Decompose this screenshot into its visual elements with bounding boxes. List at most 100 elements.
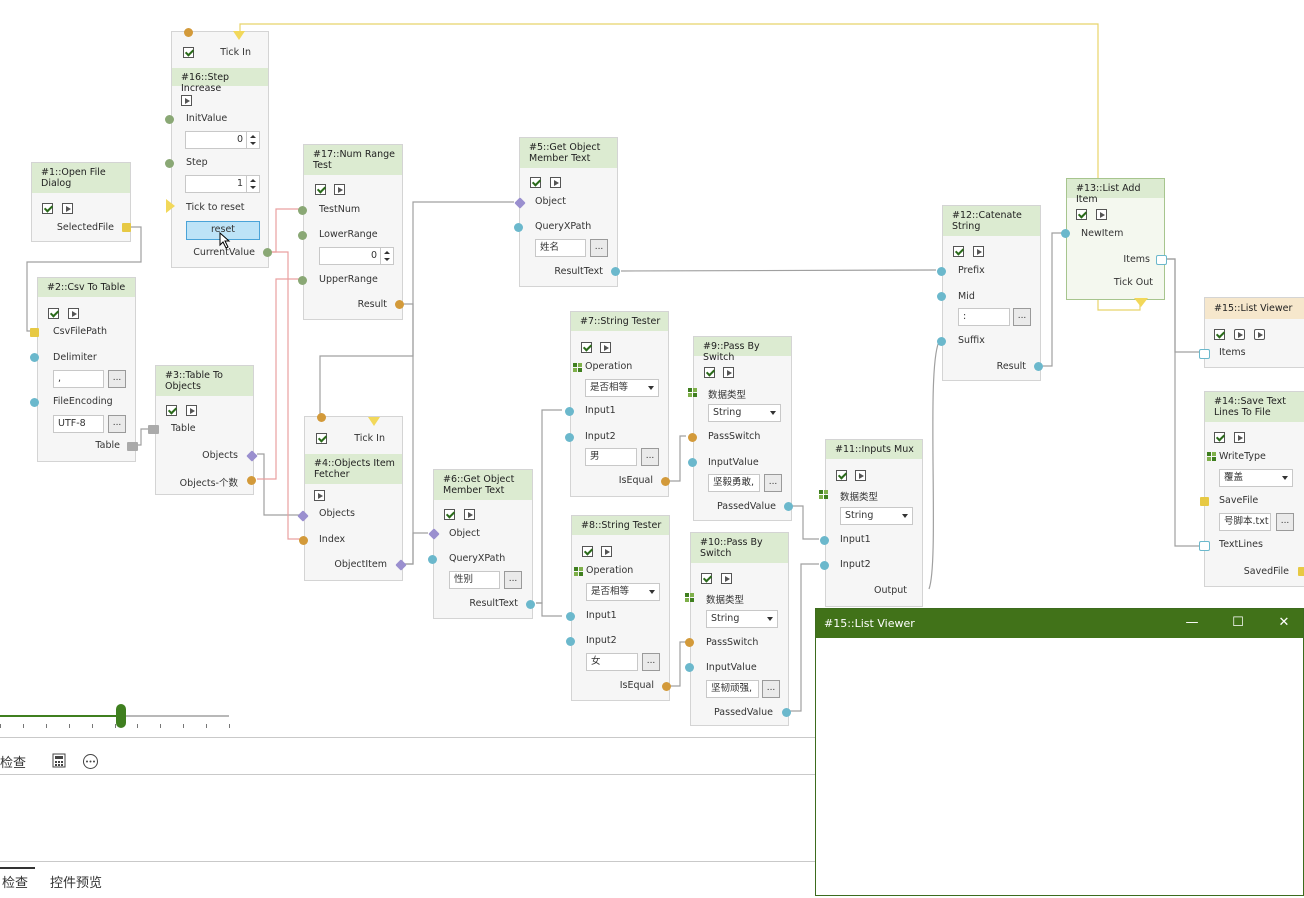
enable-checkbox[interactable] [166, 405, 177, 416]
node-list-add-item[interactable]: #13::List Add Item NewItem Items Tick Ou… [1061, 178, 1167, 307]
mid-input[interactable]: : [958, 308, 1010, 326]
browse-button[interactable]: ... [590, 239, 608, 257]
run-button[interactable] [600, 342, 611, 353]
run-button[interactable] [186, 405, 197, 416]
output-port[interactable] [1034, 362, 1043, 371]
input2-field[interactable]: 男 [585, 448, 637, 466]
input-port[interactable] [30, 353, 39, 362]
input-port[interactable] [1200, 497, 1209, 506]
browse-button[interactable]: ... [764, 474, 782, 492]
output-port[interactable] [395, 300, 404, 309]
xpath-input[interactable]: 性别 [449, 571, 500, 589]
enable-checkbox[interactable] [1214, 432, 1225, 443]
input-port[interactable] [937, 267, 946, 276]
input-port[interactable] [298, 276, 307, 285]
lower-range-stepper[interactable]: 0 [319, 247, 394, 265]
output-port[interactable] [661, 477, 670, 486]
input-port[interactable] [685, 638, 694, 647]
input-port[interactable] [688, 458, 697, 467]
operation-select[interactable]: 是否相等 [585, 379, 659, 397]
node-inputs-mux[interactable]: #11::Inputs Mux 数据类型 String Input1 Input… [819, 439, 923, 607]
input-port[interactable] [566, 637, 575, 646]
run-button[interactable] [464, 509, 475, 520]
spinner-icon[interactable] [246, 176, 259, 192]
tab-inspect[interactable]: 检查 [2, 872, 28, 891]
node-string-tester-7[interactable]: #7::String Tester Operation 是否相等 Input1 … [565, 311, 670, 497]
list-viewer-window[interactable]: #15::List Viewer — ☐ ✕ [815, 608, 1304, 896]
window-titlebar[interactable]: #15::List Viewer — ☐ ✕ [816, 609, 1303, 638]
run-button[interactable] [1096, 209, 1107, 220]
browse-button[interactable]: ... [108, 415, 126, 433]
browse-button[interactable]: ... [642, 653, 660, 671]
output-port[interactable] [662, 682, 671, 691]
output-port[interactable] [122, 223, 131, 232]
enable-checkbox[interactable] [48, 308, 59, 319]
xpath-input[interactable]: 姓名 [535, 239, 586, 257]
browse-button[interactable]: ... [108, 370, 126, 388]
input-port[interactable] [299, 536, 308, 545]
input-port[interactable] [937, 337, 946, 346]
input-port[interactable] [428, 528, 440, 540]
node-list-viewer[interactable]: #15::List Viewer Items [1199, 297, 1304, 368]
zoom-slider[interactable] [0, 704, 232, 734]
run-button[interactable] [721, 573, 732, 584]
node-table-to-objects[interactable]: #3::Table To Objects Table Objects Objec… [148, 365, 258, 495]
save-file-input[interactable]: 号脚本.txt [1219, 513, 1271, 531]
enable-checkbox[interactable] [836, 470, 847, 481]
node-string-tester-8[interactable]: #8::String Tester Operation 是否相等 Input1 … [566, 515, 671, 701]
input-port[interactable] [565, 433, 574, 442]
node-objects-item-fetcher[interactable]: Tick In #4::Objects Item Fetcher Objects… [297, 413, 407, 581]
browse-button[interactable]: ... [762, 680, 780, 698]
output-port[interactable] [127, 442, 138, 451]
node-csv-to-table[interactable]: #2::Csv To Table CsvFilePath Delimiter ,… [30, 277, 138, 462]
tick-out-port[interactable] [1134, 298, 1148, 307]
spinner-icon[interactable] [246, 132, 259, 148]
input-port[interactable] [685, 663, 694, 672]
calculator-icon[interactable] [52, 753, 67, 768]
run-button[interactable] [314, 490, 325, 501]
output-port[interactable] [784, 502, 793, 511]
run-button[interactable] [62, 203, 73, 214]
enable-checkbox[interactable] [42, 203, 53, 214]
input-port[interactable] [514, 223, 523, 232]
input-port[interactable] [514, 197, 526, 209]
node-get-object-member-text-5[interactable]: #5::Get Object Member Text Object QueryX… [514, 137, 620, 287]
enable-checkbox[interactable] [704, 367, 715, 378]
browse-button[interactable]: ... [1013, 308, 1031, 326]
more-options-icon[interactable] [82, 753, 99, 770]
input-port[interactable] [30, 398, 39, 407]
node-pass-by-switch-9[interactable]: #9::Pass By Switch 数据类型 String PassSwitc… [688, 336, 793, 521]
enable-checkbox[interactable] [1214, 329, 1225, 340]
init-value-stepper[interactable]: 0 [185, 131, 260, 149]
input-port[interactable] [820, 536, 829, 545]
input-port[interactable] [428, 555, 437, 564]
delimiter-input[interactable]: , [53, 370, 104, 388]
node-num-range-test[interactable]: #17::Num Range Test TestNum LowerRange 0… [298, 144, 404, 320]
enable-checkbox[interactable] [444, 509, 455, 520]
input-port[interactable] [1199, 541, 1210, 551]
input2-field[interactable]: 女 [586, 653, 638, 671]
output-port[interactable] [526, 600, 535, 609]
input-port[interactable] [566, 612, 575, 621]
input-port[interactable] [165, 115, 174, 124]
node-catenate-string[interactable]: #12::Catenate String Prefix Mid : ... Su… [937, 205, 1043, 381]
run-button[interactable] [1234, 432, 1245, 443]
operation-select[interactable]: 是否相等 [586, 583, 660, 601]
output-port[interactable] [1298, 567, 1304, 576]
input-port[interactable] [820, 561, 829, 570]
maximize-icon[interactable]: ☐ [1227, 613, 1249, 633]
input-port[interactable] [30, 328, 39, 337]
input-port[interactable] [688, 433, 697, 442]
input-value-field[interactable]: 坚韧顽强, [706, 680, 759, 698]
output-port[interactable] [611, 267, 620, 276]
writetype-select[interactable]: 覆盖 [1219, 469, 1293, 487]
input-port[interactable] [298, 206, 307, 215]
encoding-input[interactable]: UTF-8 [53, 415, 104, 433]
run-button[interactable] [334, 184, 345, 195]
input-value-field[interactable]: 坚毅勇敢, [708, 474, 760, 492]
output-port[interactable] [395, 559, 407, 571]
reset-tick-port[interactable] [166, 199, 175, 213]
run-button[interactable] [723, 367, 734, 378]
node-get-object-member-text-6[interactable]: #6::Get Object Member Text Object QueryX… [428, 469, 535, 619]
run-button[interactable] [68, 308, 79, 319]
